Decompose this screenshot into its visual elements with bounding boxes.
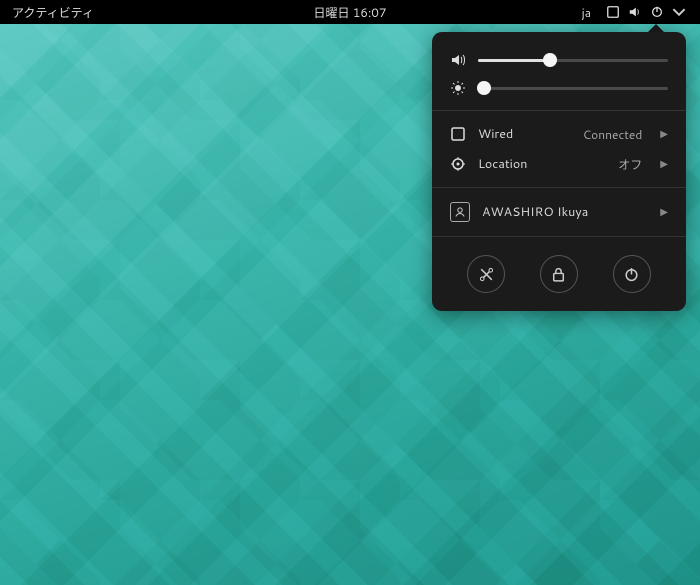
volume-slider-row [432,46,686,74]
chevron-down-icon [672,5,686,19]
volume-slider[interactable] [478,59,668,62]
ime-label: ja [582,4,591,21]
user-row[interactable]: AWASHIRO Ikuya ▶ [432,196,686,228]
brightness-slider[interactable] [478,87,668,90]
lock-button[interactable] [540,255,578,293]
location-icon [450,156,466,172]
input-method-indicator[interactable]: ja [582,4,594,21]
network-icon [606,5,620,19]
network-row[interactable]: Wired Connected ▶ [432,119,686,149]
location-label: Location [478,155,606,173]
network-label: Wired [478,125,571,143]
chevron-right-icon: ▶ [660,157,668,171]
location-row[interactable]: Location オフ ▶ [432,149,686,179]
top-bar: アクティビティ 日曜日 16:07 ja [0,0,700,24]
chevron-right-icon: ▶ [660,127,668,141]
brightness-slider-row [432,74,686,102]
volume-icon [628,5,642,19]
separator [432,187,686,188]
volume-icon [450,52,466,68]
brightness-icon [450,80,466,96]
system-menu-panel: Wired Connected ▶ Location オフ ▶ AWASHIRO… [432,32,686,311]
clock[interactable]: 日曜日 16:07 [313,4,386,21]
power-icon [650,5,664,19]
system-status-area[interactable] [604,5,688,19]
brightness-thumb[interactable] [477,81,491,95]
network-status: Connected [583,126,643,143]
power-icon [623,266,640,283]
settings-button[interactable] [467,255,505,293]
wired-network-icon [450,126,466,142]
user-name: AWASHIRO Ikuya [482,203,648,221]
chevron-right-icon: ▶ [660,205,668,219]
avatar-icon [450,202,470,222]
settings-icon [478,266,495,283]
action-buttons-row [432,245,686,293]
power-button[interactable] [613,255,651,293]
activities-button[interactable]: アクティビティ [12,4,94,21]
location-status: オフ [618,156,642,173]
separator [432,236,686,237]
volume-thumb[interactable] [543,53,557,67]
lock-icon [550,266,567,283]
separator [432,110,686,111]
